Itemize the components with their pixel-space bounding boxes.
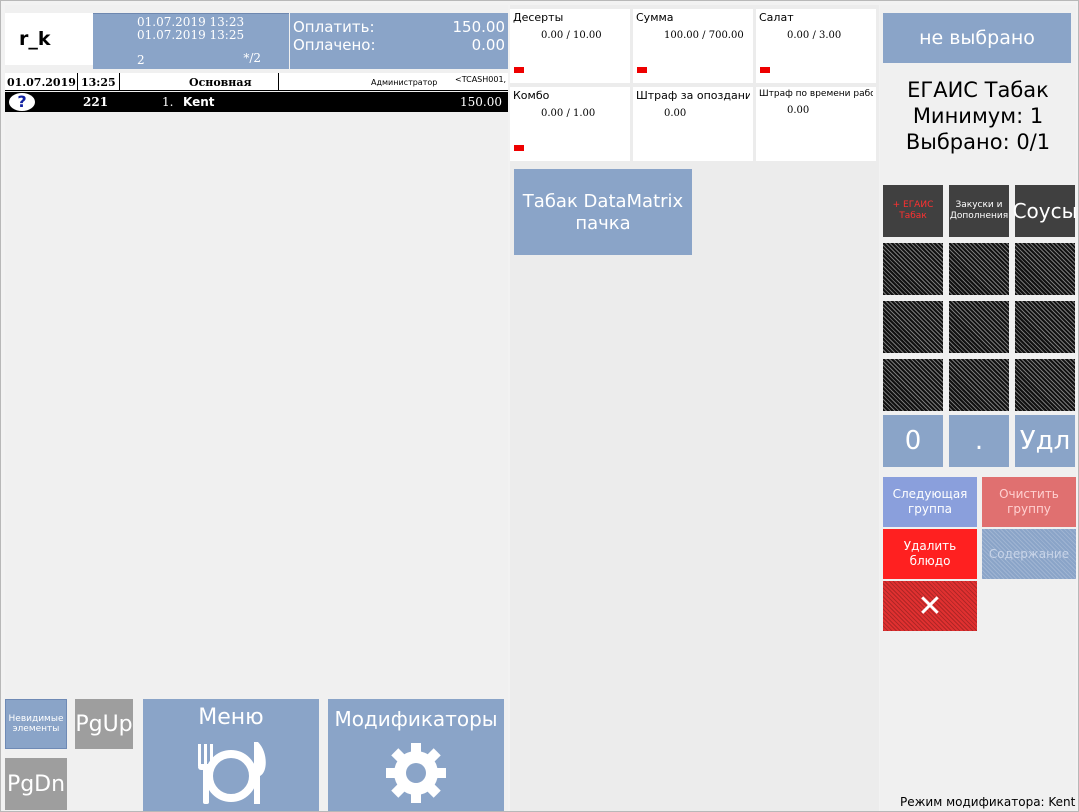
limit-progress-bar	[637, 67, 647, 73]
modifier-panel: Десерты 0.00 / 10.00 Сумма 100.00 / 700.…	[510, 5, 879, 811]
dish-code: 221	[83, 95, 109, 109]
limit-value: 0.00 / 10.00	[541, 30, 602, 41]
group-selected: Выбрано: 0/1	[905, 130, 1051, 154]
gear-icon	[386, 743, 446, 803]
invisible-elements-button[interactable]: Невидимые элементы	[5, 699, 67, 749]
limit-value: 0.00	[787, 105, 810, 116]
page-up-button[interactable]: PgUp	[75, 699, 133, 749]
limit-value: 0.00 / 3.00	[787, 30, 842, 41]
group-sauces-button[interactable]: Соусы	[1013, 185, 1077, 237]
dish-name: Kent	[183, 95, 215, 109]
menu-button[interactable]: Меню	[143, 699, 319, 811]
clear-group-button[interactable]: Очистить группу	[982, 477, 1076, 527]
limit-title: Комбо	[513, 89, 550, 102]
limit-value: 100.00 / 700.00	[664, 30, 744, 41]
empty-slot	[883, 243, 943, 295]
group-snacks-button[interactable]: Закуски и Дополнения	[949, 185, 1009, 237]
payment-summary: Оплатить: 150.00 Оплачено: 0.00	[290, 13, 508, 69]
limit-progress-bar	[514, 67, 524, 73]
not-selected-button[interactable]: не выбрано	[883, 13, 1071, 63]
limit-card-sum: Сумма 100.00 / 700.00	[633, 9, 753, 83]
table-row[interactable]: ? 221 1. Kent 150.00	[5, 92, 508, 112]
empty-slot	[883, 359, 943, 411]
limit-card-salad: Салат 0.00 / 3.00	[756, 9, 876, 83]
limit-title: Сумма	[636, 11, 674, 24]
dish-position: 1.	[162, 95, 174, 109]
pay-label: Оплатить:	[293, 18, 375, 36]
limit-title: Десерты	[513, 11, 564, 24]
waiter-name: Администратор	[371, 78, 438, 87]
pos-window: r_k 01.07.2019 13:23 01.07.2019 13:25 2 …	[0, 0, 1079, 812]
modifier-tobacco-datamatrix-button[interactable]: Табак DataMatrix пачка	[514, 169, 692, 255]
limit-card-worktime-fine: Штраф по времени работы 0.00	[756, 87, 876, 161]
numpad-delete-button[interactable]: Удл	[1015, 415, 1075, 467]
guest-count: */2	[243, 51, 261, 65]
numpad-dot-button[interactable]: .	[949, 415, 1009, 467]
divider	[119, 73, 120, 91]
content-button[interactable]: Содержание	[982, 529, 1076, 579]
next-group-button[interactable]: Следующая группа	[883, 477, 977, 527]
order-time: 13:25	[81, 76, 116, 89]
limit-title: Салат	[759, 11, 794, 24]
plate-cutlery-icon	[198, 742, 266, 804]
limit-value: 0.00 / 1.00	[541, 108, 596, 119]
limit-progress-bar	[760, 67, 770, 73]
paid-label: Оплачено:	[293, 36, 376, 54]
empty-slot	[949, 243, 1009, 295]
order-type: Основная	[189, 76, 252, 89]
delete-dish-button[interactable]: Удалить блюдо	[883, 529, 977, 579]
order-panel: r_k 01.07.2019 13:23 01.07.2019 13:25 2 …	[5, 5, 508, 811]
empty-slot	[1015, 243, 1075, 295]
group-name: ЕГАИС Табак	[907, 78, 1049, 102]
check-count: 2	[137, 53, 145, 67]
group-minimum: Минимум: 1	[912, 104, 1044, 128]
group-egais-tobacco-button[interactable]: + ЕГАИС Табак	[883, 185, 943, 237]
limit-card-desserts: Десерты 0.00 / 10.00	[510, 9, 630, 83]
numpad-zero-button[interactable]: 0	[883, 415, 943, 467]
limit-title: Штраф по времени работы	[759, 89, 873, 99]
limit-value: 0.00	[664, 108, 687, 119]
station-name: r_k	[5, 13, 93, 65]
modifiers-button[interactable]: Модификаторы	[328, 699, 504, 811]
limit-card-combo: Комбо 0.00 / 1.00	[510, 87, 630, 161]
order-list-area[interactable]	[5, 112, 508, 694]
modifiers-label: Модификаторы	[334, 707, 498, 731]
order-dates-box[interactable]: 01.07.2019 13:23 01.07.2019 13:25 2 */2	[93, 13, 289, 69]
modifier-mode-status: Режим модификатора: Kent	[900, 795, 1076, 809]
limit-progress-bar	[514, 145, 524, 151]
date-print: 01.07.2019 13:25	[137, 28, 245, 42]
modifier-group-panel: не выбрано ЕГАИС Табак Минимум: 1 Выбран…	[880, 5, 1077, 811]
limit-card-late-fine: Штраф за опоздание 0.00	[633, 87, 753, 161]
empty-slot	[1015, 301, 1075, 353]
dish-price: 150.00	[460, 95, 502, 109]
limit-title: Штраф за опоздание	[636, 89, 750, 102]
question-icon[interactable]: ?	[9, 93, 35, 111]
empty-slot	[883, 301, 943, 353]
order-date: 01.07.2019	[7, 76, 76, 89]
empty-slot	[1015, 359, 1075, 411]
close-button[interactable]: ✕	[883, 581, 977, 631]
page-down-button[interactable]: PgDn	[5, 758, 67, 810]
order-header-bar: 01.07.2019 13:25 Основная Администратор …	[5, 73, 508, 91]
paid-value: 0.00	[471, 36, 505, 54]
empty-slot	[949, 301, 1009, 353]
pay-value: 150.00	[452, 18, 506, 36]
divider	[77, 73, 78, 91]
empty-slot	[949, 359, 1009, 411]
group-info: ЕГАИС Табак Минимум: 1 Выбрано: 0/1	[880, 77, 1076, 155]
menu-label: Меню	[198, 705, 264, 730]
cash-station: <TCASH001,	[455, 75, 507, 84]
divider	[278, 73, 279, 91]
